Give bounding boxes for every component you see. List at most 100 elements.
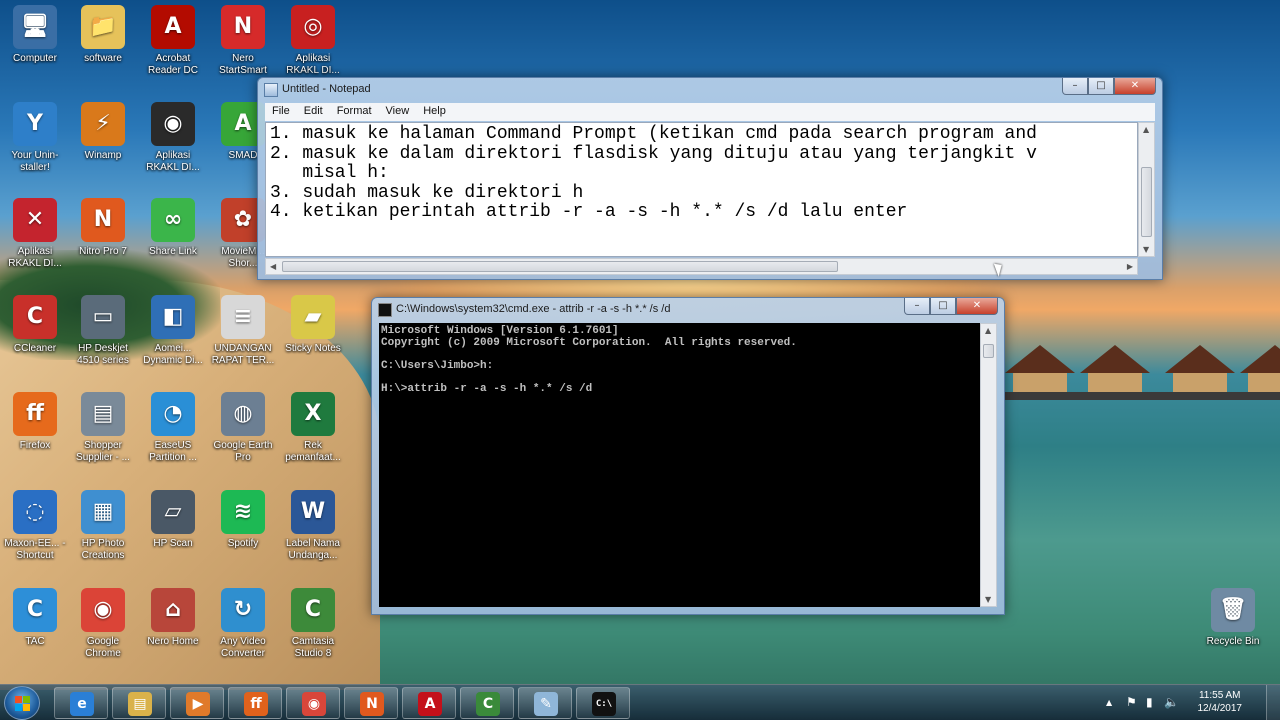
- desktop-icon[interactable]: ▰ Sticky Notes: [278, 295, 348, 385]
- cmd-console[interactable]: Microsoft Windows [Version 6.1.7601] Copy…: [379, 323, 980, 607]
- desktop-icon[interactable]: C TAC: [0, 588, 70, 678]
- desktop-icon[interactable]: 🖥 Computer: [0, 5, 70, 95]
- desktop-icon[interactable]: ff Firefox: [0, 392, 70, 482]
- desktop-icon[interactable]: ↻ Any Video Converter: [208, 588, 278, 678]
- taskbar-notepad-button[interactable]: ✎: [518, 687, 572, 719]
- close-button[interactable]: ✕: [1114, 78, 1156, 95]
- desktop-icon[interactable]: ▤ Shopper Supplier - ...: [68, 392, 138, 482]
- desktop-icon[interactable]: ✕ Aplikasi RKAKL DI...: [0, 198, 70, 288]
- cmd-titlebar[interactable]: C:\Windows\system32\cmd.exe - attrib -r …: [372, 298, 1004, 322]
- maximize-button[interactable]: □: [930, 298, 956, 315]
- scroll-thumb[interactable]: [1141, 167, 1152, 237]
- app-icon: Y: [13, 102, 57, 146]
- desktop-icon[interactable]: Y Your Unin-staller!: [0, 102, 70, 192]
- notepad-titlebar[interactable]: Untitled - Notepad – □ ✕: [258, 78, 1162, 102]
- desktop-icon[interactable]: ◌ Maxon-EE... - Shortcut: [0, 490, 70, 580]
- minimize-button[interactable]: –: [904, 298, 930, 315]
- desktop-icon-label: Rek pemanfaat...: [285, 440, 341, 463]
- maximize-button[interactable]: □: [1088, 78, 1114, 95]
- desktop-icon-label: CCleaner: [13, 343, 57, 354]
- menu-view[interactable]: View: [379, 103, 417, 121]
- desktop-icon[interactable]: W Label Nama Undanga...: [278, 490, 348, 580]
- taskbar-chrome-button[interactable]: ◉: [286, 687, 340, 719]
- minimize-button[interactable]: –: [1062, 78, 1088, 95]
- notepad-line: 4. ketikan perintah attrib -r -a -s -h *…: [270, 202, 908, 222]
- app-icon: ◉: [81, 588, 125, 632]
- show-desktop-button[interactable]: [1266, 685, 1280, 720]
- app-icon: ▤: [81, 392, 125, 436]
- taskbar-cmd-button[interactable]: C:\: [576, 687, 630, 719]
- app-icon: ✕: [13, 198, 57, 242]
- desktop-icon[interactable]: ≋ Spotify: [208, 490, 278, 580]
- desktop-icon-label: Winamp: [84, 150, 122, 161]
- desktop-icon[interactable]: C Camtasia Studio 8: [278, 588, 348, 678]
- start-button[interactable]: [4, 686, 40, 720]
- desktop-icon-label: Google Earth Pro: [213, 440, 273, 463]
- desktop-icon[interactable]: A Acrobat Reader DC: [138, 5, 208, 95]
- desktop-icon-label: Google Chrome: [85, 636, 121, 659]
- clock[interactable]: 11:55 AM 12/4/2017: [1198, 689, 1243, 715]
- desktop-icon[interactable]: ▦ HP Photo Creations: [68, 490, 138, 580]
- app-icon: ▰: [291, 295, 335, 339]
- desktop-icon[interactable]: 📁 software: [68, 5, 138, 95]
- notepad-text-area[interactable]: 1. masuk ke halaman Command Prompt (keti…: [265, 122, 1138, 257]
- desktop-icon[interactable]: ▱ HP Scan: [138, 490, 208, 580]
- desktop-icon[interactable]: N Nitro Pro 7: [68, 198, 138, 288]
- desktop-icon[interactable]: ⚡ Winamp: [68, 102, 138, 192]
- windows-logo-icon: [15, 696, 31, 712]
- desktop-icon[interactable]: ≡ UNDANGAN RAPAT TER...: [208, 295, 278, 385]
- desktop-icon-label: Aplikasi RKAKL DI...: [286, 53, 340, 76]
- app-icon: ≡: [221, 295, 265, 339]
- taskbar-nitro-pro-button[interactable]: N: [344, 687, 398, 719]
- notepad-horizontal-scrollbar[interactable]: ◀ ▶: [265, 258, 1138, 275]
- camtasia-icon: C: [476, 692, 500, 716]
- desktop-icon[interactable]: ▭ HP Deskjet 4510 series: [68, 295, 138, 385]
- desktop-icon-label: Firefox: [19, 440, 51, 451]
- volume-icon[interactable]: 🔈: [1164, 695, 1179, 709]
- taskbar-firefox-button[interactable]: ff: [228, 687, 282, 719]
- desktop-icon[interactable]: ◉ Aplikasi RKAKL DI...: [138, 102, 208, 192]
- desktop-icon[interactable]: ◧ Aomei... Dynamic Di...: [138, 295, 208, 385]
- desktop-icon[interactable]: ⌂ Nero Home: [138, 588, 208, 678]
- desktop-icon[interactable]: C CCleaner: [0, 295, 70, 385]
- desktop-icon[interactable]: ◍ Google Earth Pro: [208, 392, 278, 482]
- console-line: Microsoft Windows [Version 6.1.7601]: [381, 325, 619, 337]
- clock-time: 11:55 AM: [1198, 690, 1241, 701]
- taskbar-camtasia-button[interactable]: C: [460, 687, 514, 719]
- desktop-icon[interactable]: ◔ EaseUS Partition ...: [138, 392, 208, 482]
- network-icon[interactable]: ▮: [1146, 695, 1153, 709]
- taskbar-media-player-button[interactable]: ▶: [170, 687, 224, 719]
- desktop-icon-label: HP Scan: [153, 538, 193, 549]
- desktop-icon[interactable]: ◉ Google Chrome: [68, 588, 138, 678]
- close-button[interactable]: ✕: [956, 298, 998, 315]
- menu-file[interactable]: File: [265, 103, 297, 121]
- desktop-icon[interactable]: ∞ Share Link: [138, 198, 208, 288]
- scroll-thumb[interactable]: [983, 344, 994, 358]
- desktop-icon-label: UNDANGAN RAPAT TER...: [211, 343, 275, 366]
- desktop-icon[interactable]: 🗑 Recycle Bin: [1198, 588, 1268, 678]
- desktop-icon[interactable]: X Rek pemanfaat...: [278, 392, 348, 482]
- menu-help[interactable]: Help: [416, 103, 453, 121]
- pier: [1005, 392, 1280, 400]
- app-icon: 📁: [81, 5, 125, 49]
- notepad-vertical-scrollbar[interactable]: ▲ ▼: [1138, 122, 1155, 257]
- taskbar: e ▤ ▶ ff ◉ N A C ✎ C:\ ▲ ⚑ ▮ 🔈 11:55 AM 12/4/2017: [0, 684, 1280, 720]
- cmd-window[interactable]: C:\Windows\system32\cmd.exe - attrib -r …: [371, 297, 1005, 615]
- action-center-icon[interactable]: ⚑: [1126, 695, 1137, 709]
- app-icon: C: [13, 588, 57, 632]
- show-hidden-icons-button[interactable]: ▲: [1106, 698, 1112, 707]
- desktop-icon-label: Aplikasi RKAKL DI...: [146, 150, 200, 173]
- desktop-icon-label: EaseUS Partition ...: [149, 440, 197, 463]
- menu-edit[interactable]: Edit: [297, 103, 330, 121]
- desktop-icon-label: HP Deskjet 4510 series: [77, 343, 129, 366]
- taskbar-windows-explorer-button[interactable]: ▤: [112, 687, 166, 719]
- cmd-vertical-scrollbar[interactable]: ▲ ▼: [980, 323, 997, 607]
- app-icon: 🖥: [13, 5, 57, 49]
- scroll-thumb[interactable]: [282, 261, 838, 272]
- notepad-window[interactable]: Untitled - Notepad – □ ✕ File Edit Forma…: [257, 77, 1163, 280]
- app-icon: X: [291, 392, 335, 436]
- notepad-menubar: File Edit Format View Help: [265, 103, 1155, 121]
- menu-format[interactable]: Format: [330, 103, 379, 121]
- taskbar-internet-explorer-button[interactable]: e: [54, 687, 108, 719]
- taskbar-acrobat-button[interactable]: A: [402, 687, 456, 719]
